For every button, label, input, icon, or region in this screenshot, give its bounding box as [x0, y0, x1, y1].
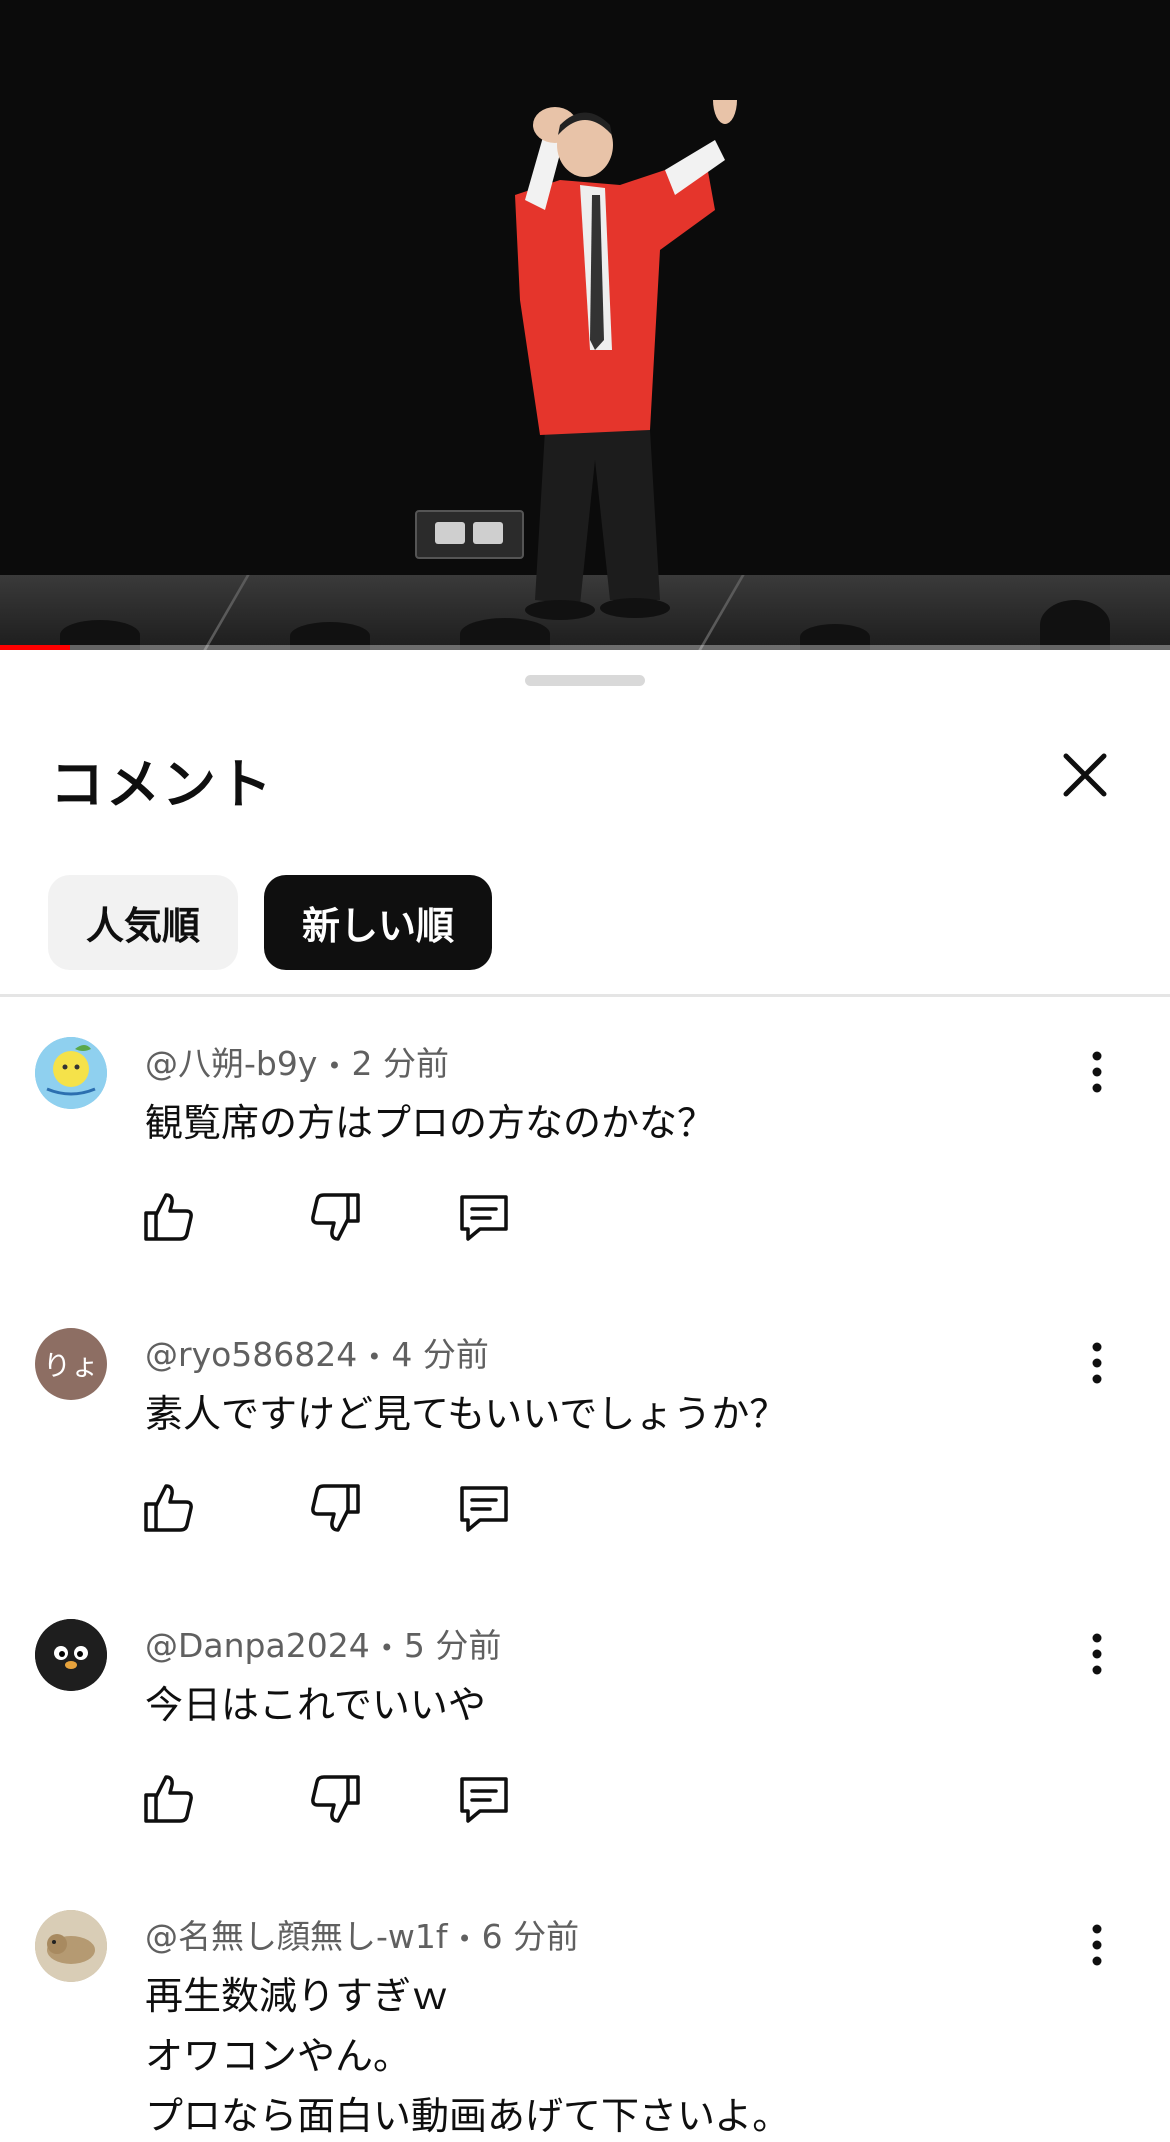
- thumbs-up-icon: [144, 1193, 193, 1241]
- dislike-button[interactable]: [308, 1771, 364, 1827]
- performer-figure: [515, 100, 737, 620]
- avatar[interactable]: [35, 1910, 107, 1982]
- more-vert-icon: [1092, 1924, 1102, 1966]
- video-progress-played: [0, 645, 71, 650]
- comments-sheet: コメント 人気順 新しい順 @八朔-b9y • 2 分前 観覧席の方はプロの方なのか…: [0, 652, 1170, 2142]
- divider: [0, 994, 1170, 997]
- reply-button[interactable]: [456, 1771, 512, 1827]
- sort-chip-newest[interactable]: 新しい順: [264, 875, 493, 970]
- comment-author[interactable]: @八朔-b9y: [145, 1044, 317, 1083]
- comment-actions: [140, 1771, 512, 1827]
- meta-separator: •: [457, 1924, 472, 1953]
- comment-meta: @ryo586824 • 4 分前: [145, 1328, 489, 1376]
- comment-time: 5 分前: [403, 1626, 502, 1665]
- close-button[interactable]: [1060, 750, 1110, 800]
- avatar-initials: りょ: [42, 1349, 99, 1382]
- comment-line: オワコンやん。: [145, 2034, 412, 2078]
- comment-actions: [140, 1189, 512, 1245]
- reply-button[interactable]: [456, 1189, 512, 1245]
- comment-more-button[interactable]: [1082, 1920, 1112, 1970]
- meta-separator: •: [327, 1051, 342, 1080]
- avatar-dog-icon: [35, 1910, 107, 1982]
- audience-head: [1040, 600, 1110, 650]
- like-button[interactable]: [140, 1771, 196, 1827]
- comment-line: 観覧席の方はプロの方なのかな？: [145, 1101, 716, 1145]
- thumbs-down-icon: [311, 1775, 360, 1823]
- comment-meta: @名無し顔無し-w1f • 6 分前: [145, 1910, 579, 1958]
- thumbs-up-icon: [144, 1775, 193, 1823]
- comment-time: 2 分前: [351, 1044, 450, 1083]
- comment-text: 今日はこれでいいや: [145, 1675, 486, 1735]
- more-vert-icon: [1092, 1051, 1102, 1093]
- thumbs-down-icon: [311, 1193, 360, 1241]
- comment-meta: @八朔-b9y • 2 分前: [145, 1037, 449, 1085]
- comment-text: 再生数減りすぎｗ オワコンやん。 プロなら面白い動画あげて下さいよ。: [145, 1966, 790, 2142]
- comment-author[interactable]: @ryo586824: [145, 1335, 357, 1374]
- reply-icon: [460, 1195, 508, 1241]
- comment-more-button[interactable]: [1082, 1629, 1112, 1679]
- close-icon: [1063, 753, 1107, 797]
- reply-icon: [460, 1486, 508, 1532]
- thumbs-down-icon: [311, 1484, 360, 1532]
- comment-actions: [140, 1480, 512, 1536]
- comment-more-button[interactable]: [1082, 1338, 1112, 1388]
- avatar-fruit-icon: [35, 1037, 107, 1109]
- video-progress-bar[interactable]: [0, 645, 1170, 650]
- avatar[interactable]: [35, 1619, 107, 1691]
- comment-text: 素人ですけど見てもいいでしょうか？: [145, 1384, 787, 1444]
- reply-button[interactable]: [456, 1480, 512, 1536]
- video-player[interactable]: [0, 0, 1170, 650]
- comment-line: 再生数減りすぎｗ: [145, 1974, 450, 2018]
- comment-line: 素人ですけど見てもいいでしょうか？: [145, 1392, 788, 1436]
- comment-time: 6 分前: [481, 1917, 580, 1956]
- sort-chip-top[interactable]: 人気順: [48, 875, 239, 970]
- thumbs-up-icon: [144, 1484, 193, 1532]
- comment-line: 今日はこれでいいや: [145, 1683, 486, 1727]
- more-vert-icon: [1092, 1633, 1102, 1675]
- dislike-button[interactable]: [308, 1189, 364, 1245]
- meta-separator: •: [367, 1342, 382, 1371]
- comment-meta: @Danpa2024 • 5 分前: [145, 1619, 501, 1667]
- comment-text: 観覧席の方はプロの方なのかな？: [145, 1093, 715, 1153]
- drag-handle[interactable]: [525, 675, 645, 686]
- comment-line: プロなら面白い動画あげて下さいよ。: [145, 2094, 791, 2138]
- avatar[interactable]: [35, 1037, 107, 1109]
- comment-author[interactable]: @名無し顔無し-w1f: [145, 1917, 448, 1956]
- reply-icon: [460, 1777, 508, 1823]
- comment-author[interactable]: @Danpa2024: [145, 1626, 370, 1665]
- sort-chips: 人気順 新しい順: [48, 875, 493, 970]
- avatar-creature-icon: [35, 1619, 107, 1691]
- comments-title: コメント: [50, 753, 274, 816]
- avatar[interactable]: りょ: [35, 1328, 107, 1400]
- like-button[interactable]: [140, 1189, 196, 1245]
- comment-time: 4 分前: [391, 1335, 489, 1374]
- more-vert-icon: [1092, 1342, 1102, 1384]
- comment-more-button[interactable]: [1082, 1047, 1112, 1097]
- dislike-button[interactable]: [308, 1480, 364, 1536]
- meta-separator: •: [379, 1633, 394, 1662]
- like-button[interactable]: [140, 1480, 196, 1536]
